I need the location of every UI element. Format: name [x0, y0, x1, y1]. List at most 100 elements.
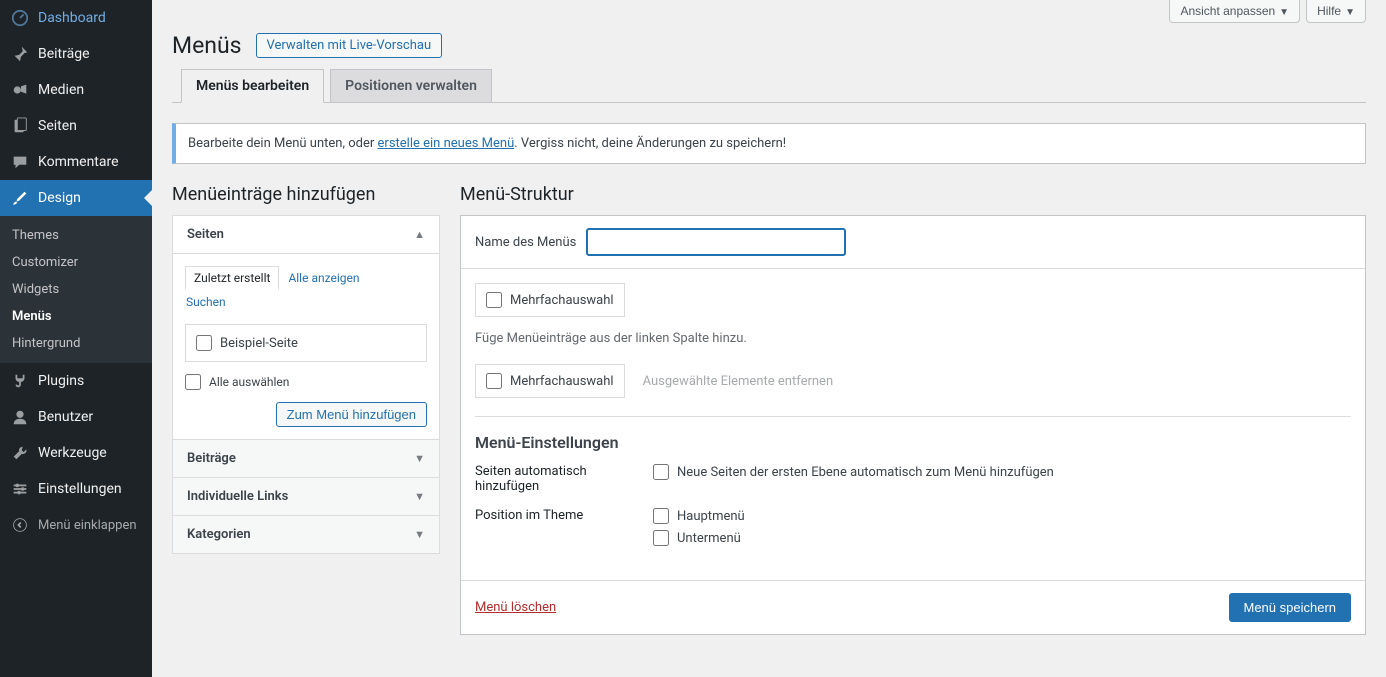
- caret-down-icon: ▼: [1279, 7, 1289, 18]
- accordion-custom-links: Individuelle Links ▼: [173, 477, 439, 515]
- screen-options-button[interactable]: Ansicht anpassen▼: [1169, 0, 1300, 23]
- accordion-title: Beiträge: [187, 451, 236, 466]
- caret-down-icon: ▼: [1345, 7, 1355, 18]
- sidebar-item-posts[interactable]: Beiträge: [0, 36, 152, 72]
- sidebar-sub-themes[interactable]: Themes: [0, 222, 152, 249]
- create-new-menu-link[interactable]: erstelle ein neues Menü: [378, 136, 515, 151]
- sidebar-label: Kommentare: [38, 154, 119, 170]
- sidebar-label: Dashboard: [38, 10, 106, 26]
- bulk-select-label: Mehrfachauswahl: [510, 374, 614, 389]
- position-label: Position im Theme: [475, 508, 625, 552]
- accordion-title: Kategorien: [187, 527, 251, 542]
- accordion-categories-toggle[interactable]: Kategorien ▼: [173, 516, 439, 553]
- menu-settings-heading: Menü-Einstellungen: [475, 433, 1351, 452]
- select-all-label: Alle auswählen: [209, 375, 289, 389]
- page-checkbox[interactable]: [196, 335, 212, 351]
- collapse-menu[interactable]: Menü einklappen: [0, 507, 152, 543]
- accordion-custom-links-toggle[interactable]: Individuelle Links ▼: [173, 478, 439, 515]
- sidebar-submenu-design: Themes Customizer Widgets Menüs Hintergr…: [0, 216, 152, 363]
- pin-icon: [10, 44, 30, 64]
- auto-add-text: Neue Seiten der ersten Ebene automatisch…: [677, 465, 1054, 480]
- position-sub-text: Untermenü: [677, 531, 741, 546]
- accordion-posts-toggle[interactable]: Beiträge ▼: [173, 440, 439, 477]
- sidebar-item-tools[interactable]: Werkzeuge: [0, 435, 152, 471]
- sidebar-sub-background[interactable]: Hintergrund: [0, 330, 152, 357]
- save-menu-button[interactable]: Menü speichern: [1229, 593, 1352, 622]
- sidebar-item-design[interactable]: Design: [0, 180, 152, 216]
- media-icon: [10, 80, 30, 100]
- bulk-select-checkbox[interactable]: [486, 292, 502, 308]
- collapse-label: Menü einklappen: [38, 518, 137, 533]
- accordion-pages-toggle[interactable]: Seiten ▲: [173, 216, 439, 254]
- sidebar-item-settings[interactable]: Einstellungen: [0, 471, 152, 507]
- add-to-menu-button[interactable]: Zum Menü hinzufügen: [276, 402, 427, 427]
- empty-menu-hint: Füge Menüeinträge aus der linken Spalte …: [475, 331, 1351, 346]
- menu-structure-box: Name des Menüs Mehrfachauswahl Füge Menü…: [460, 215, 1366, 635]
- bulk-select-checkbox[interactable]: [486, 373, 502, 389]
- sidebar-label: Einstellungen: [38, 481, 122, 497]
- auto-add-label: Seiten automatisch hinzufügen: [475, 464, 625, 494]
- auto-add-checkbox[interactable]: [653, 464, 669, 480]
- bulk-select-label: Mehrfachauswahl: [510, 293, 614, 308]
- sidebar-label: Seiten: [38, 118, 77, 134]
- sidebar-label: Werkzeuge: [38, 445, 107, 461]
- tab-manage-positions[interactable]: Positionen verwalten: [330, 69, 492, 103]
- bulk-select-top: Mehrfachauswahl: [475, 283, 625, 317]
- sidebar-item-media[interactable]: Medien: [0, 72, 152, 108]
- brush-icon: [10, 188, 30, 208]
- accordion-categories: Kategorien ▼: [173, 515, 439, 553]
- nav-tabs: Menüs bearbeiten Positionen verwalten: [172, 69, 1366, 103]
- notice-text-suffix: . Vergiss nicht, deine Änderungen zu spe…: [514, 136, 786, 151]
- page-item-row: Beispiel-Seite: [185, 324, 427, 362]
- notice-text-prefix: Bearbeite dein Menü unten, oder: [188, 136, 378, 151]
- sidebar-item-users[interactable]: Benutzer: [0, 399, 152, 435]
- sidebar-label: Plugins: [38, 373, 84, 389]
- screen-meta: Ansicht anpassen▼ Hilfe▼: [172, 0, 1366, 23]
- collapse-icon: [10, 515, 30, 535]
- sidebar-sub-customizer[interactable]: Customizer: [0, 249, 152, 276]
- page-item-label: Beispiel-Seite: [220, 336, 298, 351]
- comment-icon: [10, 152, 30, 172]
- user-icon: [10, 407, 30, 427]
- sidebar-sub-widgets[interactable]: Widgets: [0, 276, 152, 303]
- dashboard-icon: [10, 8, 30, 28]
- position-main-text: Hauptmenü: [677, 509, 745, 524]
- tab-recent[interactable]: Zuletzt erstellt: [185, 266, 279, 290]
- sidebar-item-pages[interactable]: Seiten: [0, 108, 152, 144]
- info-notice: Bearbeite dein Menü unten, oder erstelle…: [172, 123, 1366, 164]
- main-content: Ansicht anpassen▼ Hilfe▼ Menüs Verwalten…: [152, 0, 1386, 677]
- admin-sidebar: Dashboard Beiträge Medien Seiten Komment…: [0, 0, 152, 677]
- sidebar-item-comments[interactable]: Kommentare: [0, 144, 152, 180]
- page-header: Menüs Verwalten mit Live-Vorschau: [172, 23, 1366, 69]
- page-icon: [10, 116, 30, 136]
- menu-name-input[interactable]: [586, 228, 846, 256]
- tab-search[interactable]: Suchen: [185, 290, 427, 314]
- bulk-select-bottom: Mehrfachauswahl: [475, 364, 625, 398]
- help-button[interactable]: Hilfe▼: [1306, 0, 1366, 23]
- sidebar-item-dashboard[interactable]: Dashboard: [0, 0, 152, 36]
- delete-menu-link[interactable]: Menü löschen: [475, 600, 556, 615]
- menu-name-row: Name des Menüs: [461, 216, 1365, 269]
- accordion-title: Seiten: [187, 227, 224, 242]
- tab-all[interactable]: Alle anzeigen: [279, 266, 368, 290]
- sidebar-label: Beiträge: [38, 46, 90, 62]
- tab-edit-menus[interactable]: Menüs bearbeiten: [181, 69, 324, 103]
- position-main-checkbox[interactable]: [653, 508, 669, 524]
- add-items-accordion: Seiten ▲ Zuletzt erstellt Alle anzeigen …: [172, 215, 440, 554]
- remove-selected-link[interactable]: Ausgewählte Elemente entfernen: [643, 374, 834, 389]
- live-preview-button[interactable]: Verwalten mit Live-Vorschau: [256, 33, 443, 58]
- sidebar-label: Benutzer: [38, 409, 93, 425]
- sidebar-item-plugins[interactable]: Plugins: [0, 363, 152, 399]
- sidebar-sub-menus[interactable]: Menüs: [0, 303, 152, 330]
- caret-up-icon: ▲: [414, 228, 425, 241]
- caret-down-icon: ▼: [414, 490, 425, 503]
- accordion-title: Individuelle Links: [187, 489, 288, 504]
- sidebar-label: Medien: [38, 82, 84, 98]
- caret-down-icon: ▼: [414, 528, 425, 541]
- wrench-icon: [10, 443, 30, 463]
- accordion-pages: Seiten ▲ Zuletzt erstellt Alle anzeigen …: [173, 216, 439, 439]
- settings-icon: [10, 479, 30, 499]
- position-sub-checkbox[interactable]: [653, 530, 669, 546]
- accordion-posts: Beiträge ▼: [173, 439, 439, 477]
- select-all-checkbox[interactable]: [185, 374, 201, 390]
